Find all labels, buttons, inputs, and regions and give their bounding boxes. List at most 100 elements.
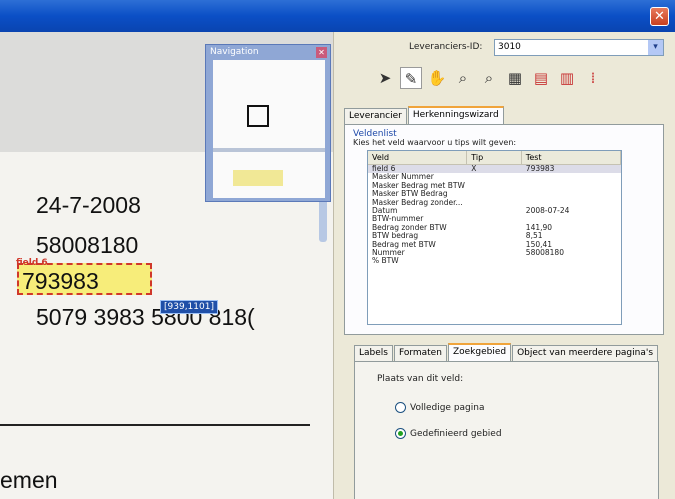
zoom-out-icon[interactable]: ⌕ xyxy=(478,67,500,89)
list-cell: Bedrag zonder BTW xyxy=(372,223,447,232)
list-cell: Nummer xyxy=(372,248,405,257)
fields-list[interactable]: Veld Tip Test field 6 X 793983 Masker Numme… xyxy=(367,150,622,325)
list-cell: 8,51 xyxy=(525,232,543,241)
document-bottom-text: emen xyxy=(0,467,58,493)
plaats-label: Plaats van dit veld: xyxy=(377,374,464,384)
toolbar: ➤ ✎ ✋ ⌕ ⌕ ▦ ▤ ▥ ⁞ xyxy=(374,67,604,91)
tab-herkenningswizard[interactable]: Herkenningswizard xyxy=(407,106,504,124)
hand-icon[interactable]: ✋ xyxy=(426,67,448,89)
herkenningswizard-page: Veldenlist Kies het veld waarvoor u tips… xyxy=(344,124,664,335)
list-cell xyxy=(467,241,522,249)
column-test[interactable]: Test xyxy=(522,151,621,164)
tab-object-meerdere-paginas[interactable]: Object van meerdere pagina's xyxy=(512,345,659,361)
navigation-close-button[interactable]: ✕ xyxy=(316,47,327,58)
zoom-in-icon[interactable]: ⌕ xyxy=(452,67,474,89)
grid-icon[interactable]: ⁞ xyxy=(582,67,604,89)
leverancier-id-select[interactable]: 3010 ▾ xyxy=(494,39,664,56)
list-cell: field 6 xyxy=(372,165,396,173)
list-cell: 2008-07-24 xyxy=(525,206,570,215)
radio-gedefinieerd-gebied[interactable]: Gedefinieerd gebied xyxy=(395,428,502,439)
list-item[interactable]: Nummer 58008180 xyxy=(368,249,621,257)
list-cell: X xyxy=(471,165,477,173)
list-cell: % BTW xyxy=(372,257,399,266)
leverancier-id-value: 3010 xyxy=(498,42,521,52)
list-cell: Masker Nummer xyxy=(372,173,434,182)
veldenlist-subtitle: Kies het veld waarvoor u tips wilt geven… xyxy=(353,138,517,147)
list-cell: 141,90 xyxy=(525,223,553,232)
list-cell xyxy=(522,257,621,265)
title-bar: ✕ xyxy=(0,0,675,32)
radio-volledige-pagina[interactable]: Volledige pagina xyxy=(395,402,485,413)
side-panel: Leveranciers-ID: 3010 ▾ ➤ ✎ ✋ ⌕ ⌕ ▦ ▤ ▥ … xyxy=(333,32,675,499)
list-cell xyxy=(467,207,522,215)
document-divider xyxy=(0,424,310,426)
zoekgebied-page: Plaats van dit veld: Volledige pagina Ge… xyxy=(354,361,659,499)
list-item[interactable]: Datum 2008-07-24 xyxy=(368,207,621,215)
list-item[interactable]: Masker Nummer xyxy=(368,173,621,181)
list-item[interactable]: Masker BTW Bedrag xyxy=(368,190,621,198)
navigation-viewport-rect[interactable] xyxy=(247,105,269,127)
list-cell xyxy=(467,232,522,240)
document-date: 24-7-2008 xyxy=(36,192,141,218)
list-item[interactable]: % BTW xyxy=(368,257,621,265)
list-cell: Bedrag met BTW xyxy=(372,240,436,249)
list-cell xyxy=(522,215,621,223)
list-cell xyxy=(467,249,522,257)
chevron-down-icon[interactable]: ▾ xyxy=(648,40,663,55)
list-cell xyxy=(467,173,522,181)
list-cell: 793983 xyxy=(525,165,555,173)
column-tip[interactable]: Tip xyxy=(467,151,522,164)
tab-leverancier[interactable]: Leverancier xyxy=(344,108,407,124)
list-item[interactable]: Bedrag met BTW 150,41 xyxy=(368,241,621,249)
scan-icon[interactable]: ▦ xyxy=(504,67,526,89)
document-red-icon[interactable]: ▤ xyxy=(530,67,552,89)
list-cell xyxy=(467,182,522,190)
close-window-button[interactable]: ✕ xyxy=(650,7,669,26)
tab-formaten[interactable]: Formaten xyxy=(393,345,447,361)
list-item[interactable]: Bedrag zonder BTW 141,90 xyxy=(368,224,621,232)
thumbnail-highlight xyxy=(233,170,283,186)
navigation-window[interactable]: Navigation ✕ xyxy=(205,44,331,202)
pen-icon[interactable]: ✎ xyxy=(400,67,422,89)
radio-volledige-pagina-label[interactable]: Volledige pagina xyxy=(410,403,485,413)
list-cell: Masker Bedrag met BTW xyxy=(372,181,465,190)
thumbnail-band xyxy=(213,148,325,152)
list-cell: 150,41 xyxy=(525,240,553,249)
list-cell xyxy=(522,190,621,198)
list-cell xyxy=(467,224,522,232)
list-cell xyxy=(467,257,522,265)
document-number: 58008180 xyxy=(36,232,139,258)
document-field-value: 793983 xyxy=(22,268,99,294)
field-selection-label: field 6 xyxy=(16,258,48,268)
tab-labels[interactable]: Labels xyxy=(354,345,393,361)
list-cell: Datum xyxy=(372,206,398,215)
radio-gedefinieerd-gebied-label[interactable]: Gedefinieerd gebied xyxy=(410,429,502,439)
pointer-icon[interactable]: ➤ xyxy=(374,67,396,89)
column-veld[interactable]: Veld xyxy=(368,151,468,164)
list-item[interactable]: Masker Bedrag zonder... xyxy=(368,199,621,207)
list-cell xyxy=(467,199,522,207)
radio-gedefinieerd-gebied-circle[interactable] xyxy=(395,428,406,439)
document-account-line: 5079 3983 5800 818( xyxy=(36,304,255,330)
leverancier-id-label: Leveranciers-ID: xyxy=(409,42,483,52)
tab-zoekgebied[interactable]: Zoekgebied xyxy=(447,343,512,361)
list-cell: Masker Bedrag zonder... xyxy=(372,198,463,207)
main-tabs: Leverancier Herkenningswizard xyxy=(344,106,505,124)
list-cell xyxy=(467,190,522,198)
list-item[interactable]: BTW bedrag 8,51 xyxy=(368,232,621,240)
list-item[interactable]: BTW-nummer xyxy=(368,215,621,223)
navigation-title: Navigation xyxy=(210,47,259,57)
navigation-thumbnail[interactable] xyxy=(213,60,325,198)
list-item[interactable]: field 6 X 793983 xyxy=(368,165,621,174)
list-cell xyxy=(522,199,621,207)
list-cell: Masker BTW Bedrag xyxy=(372,190,448,199)
document-edit-icon[interactable]: ▥ xyxy=(556,67,578,89)
list-item[interactable]: Masker Bedrag met BTW xyxy=(368,182,621,190)
coordinate-tag: [939,1101] xyxy=(160,300,218,314)
detail-tabs: Labels Formaten Zoekgebied Object van me… xyxy=(354,343,659,361)
list-cell: BTW bedrag xyxy=(372,232,419,241)
list-cell: 58008180 xyxy=(525,248,564,257)
radio-volledige-pagina-circle[interactable] xyxy=(395,402,406,413)
list-cell xyxy=(522,182,621,190)
list-cell xyxy=(522,173,621,181)
